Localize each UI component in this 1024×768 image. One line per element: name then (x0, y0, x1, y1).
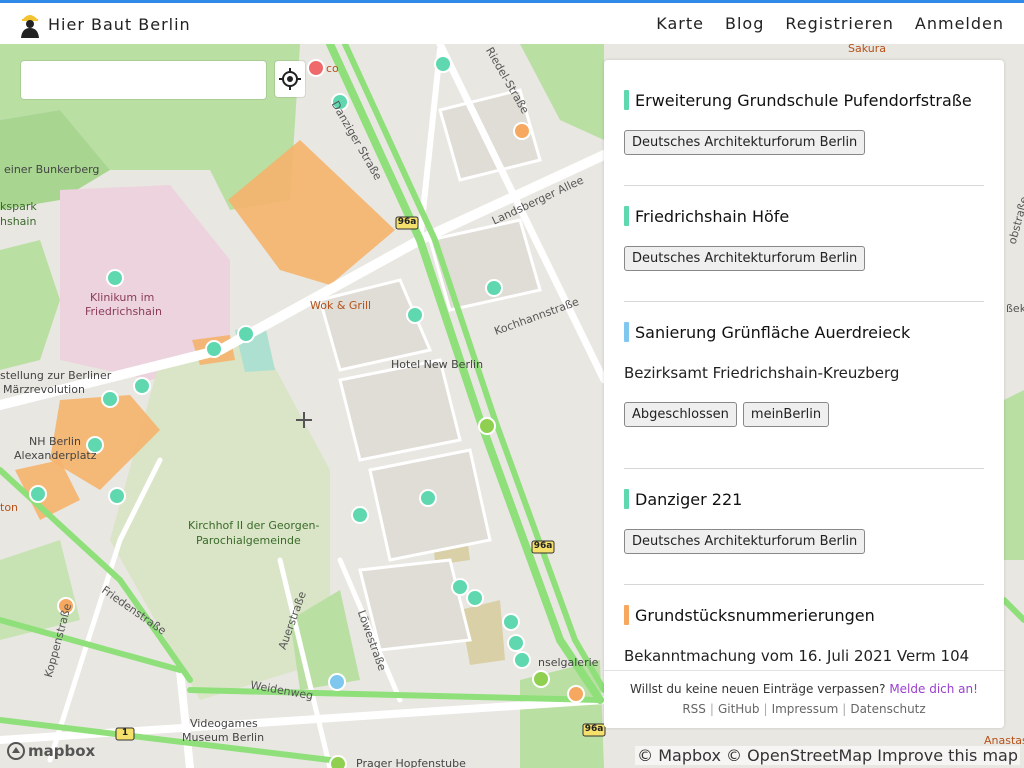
road-shield-label: 96a (533, 541, 553, 551)
entry-title-text: Sanierung Grünfläche Auerdreieck (635, 322, 911, 342)
entry-divider (624, 468, 984, 469)
main-nav: Karte Blog Registrieren Anmelden (656, 14, 1004, 33)
entry-title-text: Grundstücksnummerierungen (635, 605, 875, 625)
map-label: stellung zur Berliner (0, 369, 112, 382)
source-tag[interactable]: Deutsches Architekturforum Berlin (624, 529, 866, 554)
map-label: Klinikum im (90, 291, 155, 304)
list-item[interactable]: Erweiterung Grundschule Pufendorfstraße … (624, 90, 984, 155)
footer-links: RSS | GitHub | Impressum | Datenschutz (604, 702, 1004, 716)
map-label: Märzrevolution (3, 383, 85, 396)
status-tag[interactable]: Abgeschlossen (624, 402, 737, 427)
category-color-bar (624, 489, 629, 509)
mapbox-logo-icon (7, 742, 25, 760)
entry-title[interactable]: Grundstücksnummerierungen (624, 605, 984, 625)
road-shield-label: 96a (397, 217, 417, 227)
map-label: Alexanderplatz (14, 449, 97, 462)
entry-title[interactable]: Erweiterung Grundschule Pufendorfstraße (624, 90, 984, 110)
road-shield-label: 1 (121, 728, 129, 738)
entries-panel: Erweiterung Grundschule Pufendorfstraße … (604, 60, 1004, 728)
entry-tags: Deutsches Architekturforum Berlin (624, 130, 984, 155)
road-shield-label: 96a (584, 724, 604, 734)
entry-subtitle: Bekanntmachung vom 16. Juli 2021 Verm 10… (624, 647, 970, 665)
entry-title-text: Erweiterung Grundschule Pufendorfstraße (635, 90, 972, 110)
category-color-bar (624, 90, 629, 110)
map-label: NH Berlin (29, 435, 81, 448)
entry-divider (624, 301, 984, 302)
github-link[interactable]: GitHub (718, 702, 760, 716)
map-label: Videogames (190, 717, 258, 730)
builder-logo-icon[interactable] (18, 10, 42, 38)
geolocate-button[interactable] (275, 61, 305, 97)
entry-divider (624, 185, 984, 186)
mapbox-logo-text: mapbox (28, 742, 96, 760)
entry-subtitle: Bezirksamt Friedrichshain-Kreuzberg (624, 364, 900, 382)
map-label: hshain (0, 215, 37, 228)
map-label: Friedrichshain (85, 305, 162, 318)
map-label: Kirchhof II der Georgen- (188, 519, 320, 532)
source-tag[interactable]: meinBerlin (742, 402, 830, 427)
nav-registrieren[interactable]: Registrieren (785, 14, 894, 33)
link-separator: | (842, 702, 847, 716)
category-color-bar (624, 605, 629, 625)
search-input[interactable] (21, 61, 266, 99)
link-separator: | (709, 702, 714, 716)
site-header: Hier Baut Berlin Karte Blog Registrieren… (0, 3, 1024, 44)
map-label: kspark (0, 200, 37, 213)
nav-blog[interactable]: Blog (725, 14, 764, 33)
entries-list[interactable]: Erweiterung Grundschule Pufendorfstraße … (604, 60, 1004, 670)
rss-link[interactable]: RSS (682, 702, 706, 716)
newsletter-question: Willst du keine neuen Einträge verpassen… (630, 682, 886, 696)
map-label: Prager Hopfenstube (356, 757, 466, 768)
map-label: Parochialgemeinde (196, 534, 301, 547)
entry-tags: Deutsches Architekturforum Berlin (624, 529, 984, 554)
source-tag[interactable]: Deutsches Architekturforum Berlin (624, 130, 866, 155)
source-tag[interactable]: Deutsches Architekturforum Berlin (624, 246, 866, 271)
datenschutz-link[interactable]: Datenschutz (850, 702, 925, 716)
entry-title[interactable]: Danziger 221 (624, 489, 984, 509)
street-label: ßeka (1006, 302, 1024, 315)
newsletter-line: Willst du keine neuen Einträge verpassen… (604, 682, 1004, 696)
entry-title-text: Friedrichshain Höfe (635, 206, 790, 226)
entry-title[interactable]: Friedrichshain Höfe (624, 206, 984, 226)
category-color-bar (624, 206, 629, 226)
list-item[interactable]: Grundstücksnummerierungen Bekanntmachung… (624, 605, 984, 665)
brand-title[interactable]: Hier Baut Berlin (48, 15, 191, 34)
link-separator: | (763, 702, 768, 716)
nav-karte[interactable]: Karte (656, 14, 704, 33)
nav-anmelden[interactable]: Anmelden (915, 14, 1004, 33)
entry-title[interactable]: Sanierung Grünfläche Auerdreieck (624, 322, 984, 342)
entry-tags: Abgeschlossen meinBerlin (624, 402, 984, 427)
map-label: co (326, 62, 339, 75)
signup-link[interactable]: Melde dich an! (889, 682, 978, 696)
map-label: Hotel New Berlin (391, 358, 484, 371)
map-label: nselgalerie (538, 656, 599, 669)
entry-title-text: Danziger 221 (635, 489, 743, 509)
category-color-bar (624, 322, 629, 342)
map-label: Sakura (848, 44, 886, 55)
panel-footer: Willst du keine neuen Einträge verpassen… (604, 670, 1004, 728)
list-item[interactable]: Sanierung Grünfläche Auerdreieck Bezirks… (624, 322, 984, 427)
crosshair-target-icon (279, 68, 301, 90)
map-label: ton (0, 501, 19, 514)
entry-divider (624, 584, 984, 585)
mapbox-logo[interactable]: mapbox (7, 742, 95, 760)
map-label: Wok & Grill (310, 299, 372, 312)
map-label: Museum Berlin (182, 731, 265, 744)
impressum-link[interactable]: Impressum (772, 702, 839, 716)
map-label: einer Bunkerberg (4, 163, 100, 176)
entry-tags: Deutsches Architekturforum Berlin (624, 246, 984, 271)
map-attribution[interactable]: © Mapbox © OpenStreetMap Improve this ma… (635, 746, 1020, 765)
list-item[interactable]: Danziger 221 Deutsches Architekturforum … (624, 489, 984, 554)
list-item[interactable]: Friedrichshain Höfe Deutsches Architektu… (624, 206, 984, 271)
